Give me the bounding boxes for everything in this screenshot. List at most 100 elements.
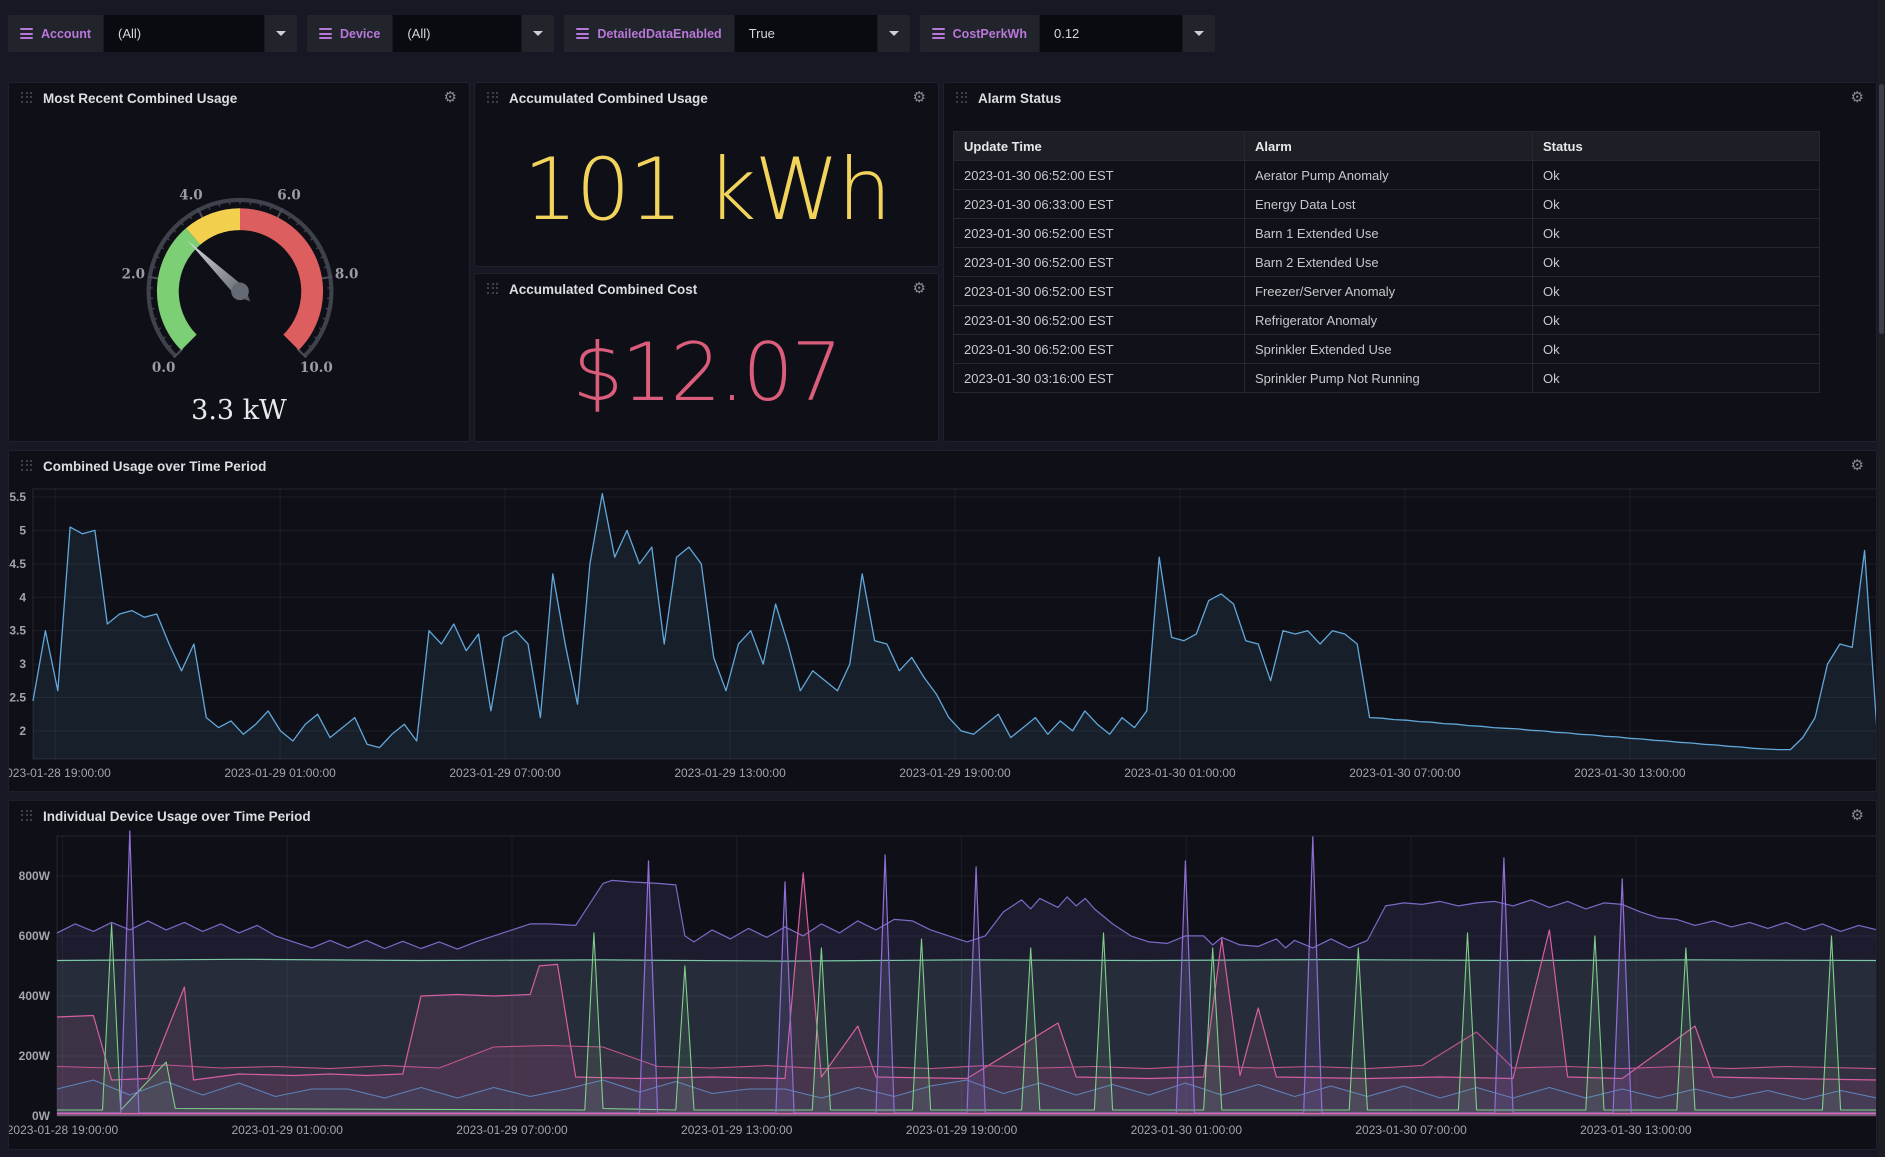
svg-text:400W: 400W (19, 989, 51, 1003)
gear-icon[interactable]: ⚙ (1851, 89, 1864, 107)
table-row: 2023-01-30 06:52:00 ESTBarn 1 Extended U… (954, 219, 1820, 248)
accumulated-usage-value: 101 kWh (475, 113, 938, 266)
table-cell: Ok (1533, 248, 1820, 277)
grafana-dashboard: Account(All)Device(All)DetailedDataEnabl… (0, 0, 1885, 1157)
filter-label-text: CostPerkWh (953, 27, 1027, 41)
table-cell: Ok (1533, 306, 1820, 335)
panel-alarm-status: Alarm Status ⚙ Update TimeAlarmStatus 20… (943, 82, 1877, 442)
drag-handle-icon[interactable] (956, 92, 970, 105)
panel-header: Alarm Status ⚙ (944, 83, 1876, 113)
filter-value-input[interactable]: 0.12 (1040, 15, 1182, 52)
svg-text:2023-01-30 13:00:00: 2023-01-30 13:00:00 (1574, 766, 1686, 780)
table-row: 2023-01-30 06:52:00 ESTRefrigerator Anom… (954, 306, 1820, 335)
column-header-status[interactable]: Status (1533, 132, 1820, 161)
svg-text:8.0: 8.0 (335, 267, 359, 283)
filter-value-input[interactable]: True (735, 15, 877, 52)
table-cell: Sprinkler Pump Not Running (1245, 364, 1533, 393)
panel-title: Alarm Status (978, 91, 1061, 106)
accumulated-cost-value: $12.07 (475, 304, 938, 441)
filter-label: Account (8, 15, 103, 52)
table-row: 2023-01-30 06:52:00 ESTAerator Pump Anom… (954, 161, 1820, 190)
filter-label-text: DetailedDataEnabled (597, 27, 721, 41)
combined-usage-timeseries[interactable]: 22.533.544.555.52023-01-28 19:00:002023-… (9, 451, 1876, 791)
svg-text:6.0: 6.0 (277, 187, 300, 203)
table-row: 2023-01-30 03:16:00 ESTSprinkler Pump No… (954, 364, 1820, 393)
svg-text:2023-01-29 07:00:00: 2023-01-29 07:00:00 (456, 1123, 568, 1137)
filter-label: CostPerkWh (920, 15, 1039, 52)
filter-label: Device (307, 15, 392, 52)
panel-header: Accumulated Combined Cost ⚙ (475, 274, 938, 304)
svg-text:2023-01-29 13:00:00: 2023-01-29 13:00:00 (681, 1123, 793, 1137)
panel-individual-device-usage-chart: Individual Device Usage over Time Period… (8, 800, 1877, 1150)
panel-title: Accumulated Combined Usage (509, 91, 708, 106)
filter-dropdown-button[interactable] (1183, 15, 1215, 52)
svg-text:2023-01-30 13:00:00: 2023-01-30 13:00:00 (1580, 1123, 1692, 1137)
filter-value-input[interactable]: (All) (393, 15, 521, 52)
scrollbar-thumb[interactable] (1879, 84, 1884, 334)
svg-text:2023-01-29 19:00:00: 2023-01-29 19:00:00 (899, 766, 1011, 780)
filter-value-input[interactable]: (All) (104, 15, 264, 52)
column-header-alarm[interactable]: Alarm (1245, 132, 1533, 161)
svg-text:2023-01-30 07:00:00: 2023-01-30 07:00:00 (1349, 766, 1461, 780)
table-cell: 2023-01-30 06:52:00 EST (954, 277, 1245, 306)
filter-device: Device(All) (307, 15, 554, 52)
filter-dropdown-button[interactable] (265, 15, 297, 52)
filter-account: Account (All) (8, 15, 297, 52)
filter-detaileddataenabled: DetailedDataEnabled True (564, 15, 909, 52)
svg-text:2.0: 2.0 (122, 267, 146, 283)
svg-text:2023-01-29 07:00:00: 2023-01-29 07:00:00 (449, 766, 561, 780)
chevron-down-icon (276, 31, 286, 36)
svg-text:600W: 600W (19, 929, 51, 943)
svg-text:4.5: 4.5 (9, 557, 26, 571)
svg-text:2.5: 2.5 (9, 691, 26, 705)
chevron-down-icon (1194, 31, 1204, 36)
panel-header: Accumulated Combined Usage ⚙ (475, 83, 938, 113)
gear-icon[interactable]: ⚙ (913, 89, 926, 107)
chevron-down-icon (889, 31, 899, 36)
table-header-row: Update TimeAlarmStatus (954, 132, 1820, 161)
table-cell: Ok (1533, 364, 1820, 393)
gauge-value: 3.3 kW (9, 395, 469, 426)
table-cell: Ok (1533, 277, 1820, 306)
table-cell: Sprinkler Extended Use (1245, 335, 1533, 364)
table-cell: Ok (1533, 190, 1820, 219)
svg-text:3.5: 3.5 (9, 624, 26, 638)
dashboard-filter-bar: Account(All)Device(All)DetailedDataEnabl… (8, 15, 1215, 52)
filter-dropdown-button[interactable] (522, 15, 554, 52)
individual-device-usage-timeseries[interactable]: 0W200W400W600W800W2023-01-28 19:00:00202… (9, 801, 1876, 1149)
scrollbar-track[interactable] (1878, 0, 1885, 1157)
drag-handle-icon[interactable] (487, 92, 501, 105)
svg-text:2: 2 (19, 724, 26, 738)
table-cell: 2023-01-30 03:16:00 EST (954, 364, 1245, 393)
svg-text:4: 4 (19, 590, 26, 604)
svg-text:10.0: 10.0 (300, 360, 333, 376)
table-cell: Barn 1 Extended Use (1245, 219, 1533, 248)
filter-costperkwh: CostPerkWh 0.12 (920, 15, 1215, 52)
table-row: 2023-01-30 06:52:00 ESTSprinkler Extende… (954, 335, 1820, 364)
panel-accumulated-combined-cost: Accumulated Combined Cost ⚙ $12.07 (474, 273, 939, 442)
svg-text:2023-01-30 01:00:00: 2023-01-30 01:00:00 (1131, 1123, 1243, 1137)
gear-icon[interactable]: ⚙ (913, 280, 926, 298)
table-row: 2023-01-30 06:52:00 ESTFreezer/Server An… (954, 277, 1820, 306)
alarm-status-table: Update TimeAlarmStatus 2023-01-30 06:52:… (953, 131, 1820, 393)
panel-title: Accumulated Combined Cost (509, 282, 697, 297)
menu-icon (20, 28, 33, 39)
drag-handle-icon[interactable] (487, 283, 501, 296)
svg-text:2023-01-29 01:00:00: 2023-01-29 01:00:00 (224, 766, 336, 780)
menu-icon (576, 28, 589, 39)
filter-label-text: Account (41, 27, 91, 41)
svg-text:2023-01-30 01:00:00: 2023-01-30 01:00:00 (1124, 766, 1236, 780)
table-cell: Ok (1533, 335, 1820, 364)
filter-dropdown-button[interactable] (878, 15, 910, 52)
gear-icon[interactable]: ⚙ (444, 89, 457, 107)
menu-icon (932, 28, 945, 39)
table-cell: 2023-01-30 06:52:00 EST (954, 219, 1245, 248)
table-cell: Aerator Pump Anomaly (1245, 161, 1533, 190)
panel-most-recent-combined-usage: Most Recent Combined Usage ⚙ 0.02.04.06.… (8, 82, 470, 442)
column-header-update-time[interactable]: Update Time (954, 132, 1245, 161)
panel-title: Most Recent Combined Usage (43, 91, 237, 106)
drag-handle-icon[interactable] (21, 92, 35, 105)
panel-header: Most Recent Combined Usage ⚙ (9, 83, 469, 113)
svg-text:3: 3 (19, 657, 26, 671)
svg-text:5.5: 5.5 (9, 490, 26, 504)
